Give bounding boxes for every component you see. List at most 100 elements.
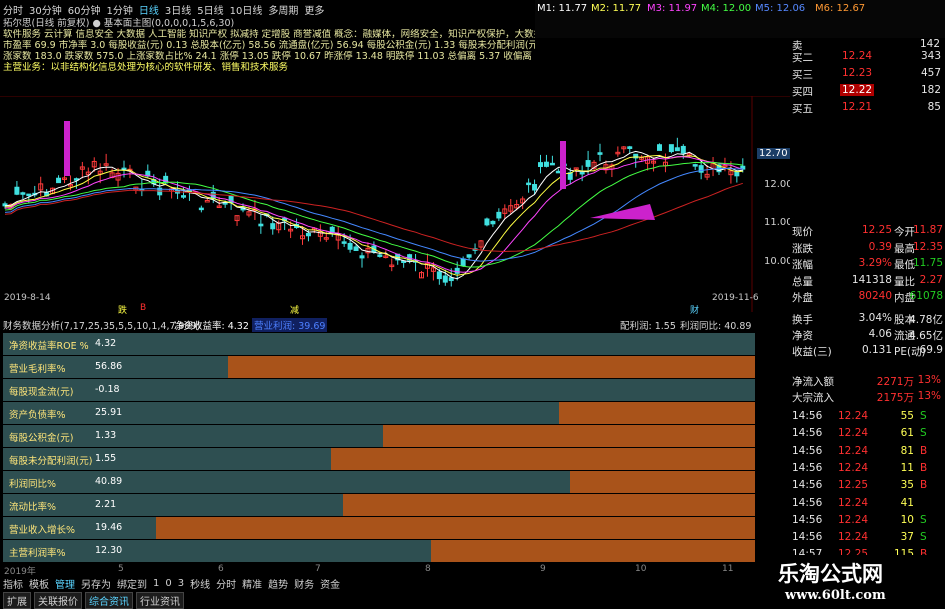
tick-time: 14:56	[792, 513, 823, 526]
date-end-label: 2019-11-6	[712, 293, 759, 303]
info-tab[interactable]: 扩展	[3, 592, 31, 609]
tick-price: 12.24	[838, 531, 869, 544]
period-tab[interactable]: 日线	[139, 2, 159, 17]
fin-row-label: 资产负债率%	[9, 410, 66, 421]
info-tab[interactable]: 关联报价	[34, 592, 82, 609]
ma-m2: M2: 11.77	[591, 3, 642, 14]
quote-top-amount: 142	[920, 38, 941, 50]
ma-m6: M6: 12.67	[815, 3, 866, 14]
indicator-profit: 配利润: 1.55	[620, 321, 676, 332]
bottom-time-axis: 2019年 5 6 7 8 9 10 11	[0, 564, 760, 577]
tick-side: B	[920, 461, 928, 474]
axis-tick-label: 5	[118, 564, 124, 574]
toolbar-button[interactable]: 财务	[294, 576, 314, 591]
fin-row-label: 主营利润率%	[9, 548, 66, 559]
period-tab[interactable]: 5日线	[197, 2, 223, 17]
toolbar-button[interactable]: 秒线	[190, 576, 210, 591]
indicator-name: 财务数据分析(7,17,25,35,5,5,10,1,4,7,999)	[3, 321, 201, 332]
period-tab[interactable]: 60分钟	[68, 2, 101, 17]
bid-volume: 182	[920, 84, 941, 96]
indicator-roe: 净资收益率: 4.32	[174, 321, 249, 332]
ma-values-strip: M1: 11.77 M2: 11.77 M3: 11.97 M4: 12.00 …	[535, 0, 945, 38]
fin-row: 净资收益率ROE % 4.32	[3, 333, 755, 355]
toolbar-button[interactable]: 指标	[3, 576, 23, 591]
fin-row-value: 1.33	[95, 430, 117, 441]
bid-price: 12.21	[842, 101, 873, 113]
stat-value: 4.06	[868, 328, 892, 340]
watermark-title: 乐淘公式网	[778, 561, 883, 586]
flow-value: 2175万	[876, 392, 914, 404]
toolbar-button[interactable]: 绑定到	[117, 576, 147, 591]
indicator-header: 财务数据分析(7,17,25,35,5,5,10,1,4,7,999) 净资收益…	[0, 316, 790, 332]
stock-info-panel: 拓尔思(日线 前复权) ● 基本面主图(0,0,0,0,1,5,6,30) 软件…	[0, 18, 535, 96]
fin-row-label: 流动比率%	[9, 502, 57, 513]
stat-value: 12.25	[861, 224, 892, 236]
stat-value: 4.78亿	[909, 314, 943, 326]
tick-volume: 10	[900, 513, 914, 526]
info-line-concepts: 软件服务 云计算 信息安全 大数据 人工智能 知识产权 拟减持 定增股 商誉减值…	[3, 29, 535, 40]
toolbar-button[interactable]: 分时	[216, 576, 236, 591]
period-tab[interactable]: 多周期	[268, 2, 298, 17]
fin-row-value: 19.46	[95, 522, 123, 533]
period-tab[interactable]: 1分钟	[106, 2, 132, 17]
stat-value: 3.29%	[858, 257, 892, 269]
tick-side: B	[920, 444, 928, 457]
stat-value: 11.87	[912, 224, 943, 236]
bid-label: 买二	[792, 52, 813, 64]
indicator-tag: 营业利润: 39.69	[252, 318, 328, 332]
toolbar-button[interactable]: 3	[178, 578, 184, 589]
fin-row-label: 营业毛利率%	[9, 364, 66, 375]
price-axis-label: 11.00	[764, 217, 793, 228]
candlestick-chart[interactable]: 12.70 12.00 11.00 10.00 2019-8-14 2019-1…	[0, 96, 793, 316]
toolbar-button[interactable]: 模板	[29, 576, 49, 591]
signal-marker: 跌	[118, 306, 128, 316]
fin-row-label: 每股公积金(元)	[9, 433, 74, 444]
date-start-label: 2019-8-14	[4, 293, 51, 303]
info-tab[interactable]: 行业资讯	[136, 592, 184, 609]
toolbar-button[interactable]: 管理	[55, 576, 75, 591]
tick-time: 14:56	[792, 410, 823, 422]
stat-label: 最高	[894, 242, 915, 255]
fin-row-value: 2.21	[95, 499, 117, 510]
axis-tick-label: 10	[635, 564, 647, 574]
toolbar-button[interactable]: 0	[165, 578, 171, 589]
fin-row-value: 25.91	[95, 407, 123, 418]
tick-volume: 41	[900, 496, 914, 509]
fin-row: 每股未分配利润(元) 1.55	[3, 448, 755, 470]
stat-label: 最低	[894, 259, 915, 271]
period-tab[interactable]: 3日线	[165, 2, 191, 17]
fin-row-value: 40.89	[95, 476, 123, 487]
tick-side: S	[920, 410, 927, 422]
bid-label: 买三	[792, 69, 813, 81]
period-tab[interactable]: 30分钟	[29, 2, 62, 17]
period-tabs: 分时 30分钟 60分钟 1分钟 日线 3日线 5日线 10日线 多周期 更多	[0, 0, 535, 18]
toolbar-button[interactable]: 另存为	[81, 576, 111, 591]
period-tab[interactable]: 分时	[3, 2, 23, 17]
bid-label: 买五	[792, 103, 813, 115]
tick-time: 14:56	[792, 531, 823, 544]
fin-row-fill	[3, 402, 560, 424]
price-axis-label: 12.00	[764, 179, 793, 190]
period-tab[interactable]: 更多	[304, 2, 324, 17]
bid-label: 买四	[792, 86, 813, 98]
axis-tick-label: 11	[722, 564, 734, 574]
fin-row-value: 1.55	[95, 453, 117, 464]
bid-volume: 343	[920, 50, 941, 62]
info-tab[interactable]: 综合资讯	[85, 592, 133, 609]
indicator-yoy: 利润同比: 40.89	[680, 321, 752, 332]
axis-tick-label: 6	[218, 564, 224, 574]
toolbar-button[interactable]: 1	[153, 578, 159, 589]
stat-value: 0.131	[861, 344, 892, 356]
fin-row: 流动比率% 2.21	[3, 494, 755, 516]
tick-volume: 37	[900, 531, 914, 544]
stat-value: 4.65亿	[909, 330, 943, 342]
signal-marker: B	[140, 303, 147, 313]
fin-row-label: 净资收益率ROE %	[9, 341, 89, 352]
fin-row: 营业收入增长% 19.46	[3, 517, 755, 539]
stat-label: 净资	[792, 330, 813, 342]
toolbar-button[interactable]: 精准	[242, 576, 262, 591]
toolbar-button[interactable]: 趋势	[268, 576, 288, 591]
period-tab[interactable]: 10日线	[230, 2, 263, 17]
toolbar-button[interactable]: 资金	[320, 576, 340, 591]
flow-pct: 13%	[917, 390, 941, 402]
